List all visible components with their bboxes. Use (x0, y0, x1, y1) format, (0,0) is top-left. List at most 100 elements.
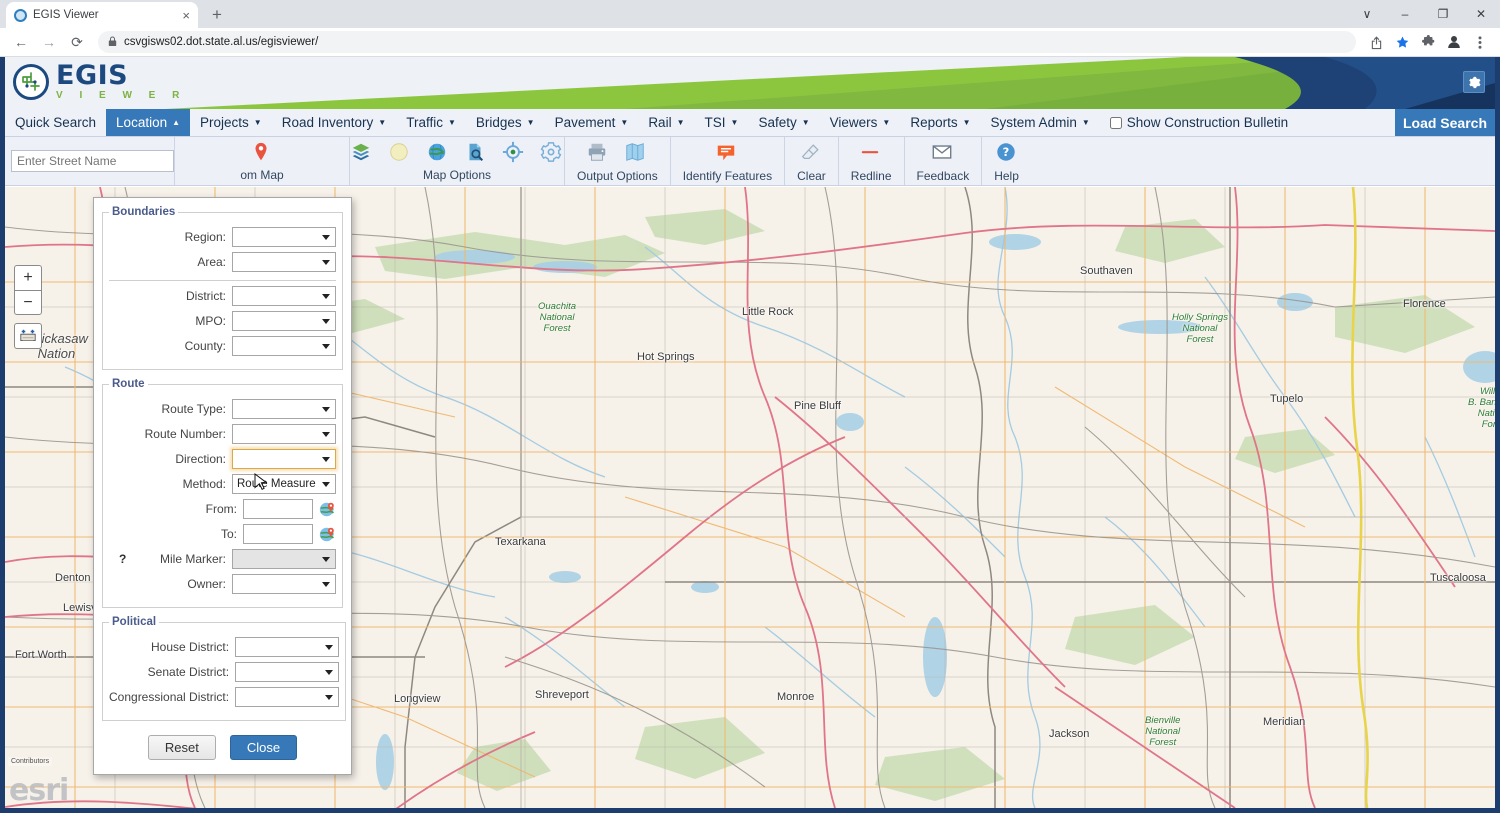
clear-button[interactable]: Clear (785, 137, 839, 185)
envelope-icon[interactable] (931, 141, 955, 165)
settings-gear-icon[interactable] (1463, 71, 1485, 93)
menu-traffic[interactable]: Traffic ▼ (396, 109, 466, 136)
help-question-icon[interactable]: ? (995, 141, 1019, 165)
chevron-down-icon: ▼ (882, 118, 891, 127)
field-owner: Owner: (109, 574, 336, 594)
menu-bridges[interactable]: Bridges ▼ (466, 109, 545, 136)
route-fieldset: Route Route Type: Route Number: Directio… (102, 378, 343, 608)
menu-tsi[interactable]: TSI ▼ (695, 109, 749, 136)
logo-subtitle: V I E W E R (56, 90, 187, 101)
globe-pin-icon[interactable] (319, 501, 336, 518)
zoom-in-button[interactable]: + (14, 265, 42, 290)
area-select[interactable] (232, 252, 336, 272)
search-input[interactable] (11, 150, 174, 172)
senate-district-select[interactable] (235, 662, 340, 682)
chevron-down-icon: ▼ (526, 118, 535, 127)
maximize-button[interactable]: ❐ (1424, 0, 1462, 28)
new-tab-button[interactable]: + (206, 5, 228, 25)
profile-icon[interactable] (1442, 30, 1466, 54)
zoom-map-group[interactable]: om Map (175, 137, 350, 185)
field-route-number: Route Number: (109, 424, 336, 444)
eraser-icon[interactable] (799, 141, 823, 165)
reload-icon[interactable]: ⟳ (64, 29, 90, 55)
mile-marker-help-icon[interactable]: ? (119, 552, 126, 566)
back-icon[interactable]: ← (8, 29, 34, 55)
basemap-icon[interactable] (388, 141, 412, 165)
menu-quick-search[interactable]: Quick Search (5, 109, 106, 136)
close-icon[interactable]: × (182, 8, 190, 23)
region-select[interactable] (232, 227, 336, 247)
field-senate-district: Senate District: (109, 662, 340, 682)
menu-viewers[interactable]: Viewers ▼ (820, 109, 901, 136)
map-options-group[interactable]: Map Options (350, 137, 565, 185)
output-options-button[interactable]: Output Options (565, 137, 671, 185)
show-construction-bulletin-checkbox[interactable]: Show Construction Bulletin (1100, 109, 1298, 136)
route-number-select[interactable] (232, 424, 336, 444)
menu-rail[interactable]: Rail ▼ (638, 109, 694, 136)
map-export-icon[interactable] (624, 141, 648, 165)
extensions-icon[interactable] (1416, 30, 1440, 54)
mile-marker-select (232, 549, 336, 569)
egis-logo[interactable]: EGIS V I E W E R (13, 62, 186, 101)
clear-label: Clear (797, 168, 826, 183)
url-text: csvgisws02.dot.state.al.us/egisviewer/ (124, 36, 319, 48)
redline-icon[interactable] (859, 141, 883, 165)
reset-button[interactable]: Reset (147, 735, 216, 760)
map-options-icons (350, 140, 564, 166)
house-district-select[interactable] (235, 637, 340, 657)
menu-projects[interactable]: Projects ▼ (190, 109, 272, 136)
direction-select[interactable] (232, 449, 336, 469)
search-document-icon[interactable] (464, 141, 488, 165)
map-pin-icon[interactable] (250, 141, 274, 165)
help-button[interactable]: ? Help (982, 137, 1031, 185)
menu-location[interactable]: Location ▲ (106, 109, 191, 136)
from-input[interactable] (243, 499, 313, 519)
more-menu-icon[interactable] (1468, 30, 1492, 54)
share-icon[interactable] (1364, 30, 1388, 54)
gear-icon[interactable] (540, 141, 564, 165)
identify-callout-icon[interactable] (715, 141, 739, 165)
owner-select[interactable] (232, 574, 336, 594)
construction-bulletin-input[interactable] (1109, 116, 1122, 129)
load-search-button[interactable]: Load Search (1394, 109, 1495, 136)
field-route-type: Route Type: (109, 399, 336, 419)
printer-icon[interactable] (586, 141, 610, 165)
menu-safety[interactable]: Safety ▼ (748, 109, 819, 136)
globe-icon[interactable] (426, 141, 450, 165)
menu-reports[interactable]: Reports ▼ (900, 109, 980, 136)
chevron-down-icon: ▼ (620, 118, 629, 127)
window-close-button[interactable]: ✕ (1462, 0, 1500, 28)
dialog-buttons: Reset Close (94, 725, 351, 774)
menu-system-admin[interactable]: System Admin ▼ (981, 109, 1100, 136)
congressional-district-select[interactable] (235, 687, 340, 707)
close-button[interactable]: Close (229, 735, 298, 760)
county-select[interactable] (232, 336, 336, 356)
menu-pavement[interactable]: Pavement ▼ (545, 109, 639, 136)
layers-icon[interactable] (350, 141, 374, 165)
redline-button[interactable]: Redline (839, 137, 905, 185)
bookmark-star-icon[interactable] (1390, 30, 1414, 54)
feedback-button[interactable]: Feedback (905, 137, 983, 185)
feedback-icons (931, 140, 955, 166)
map-zoom-controls: + − (14, 265, 42, 349)
target-icon[interactable] (502, 141, 526, 165)
forward-icon[interactable]: → (36, 29, 62, 55)
method-select[interactable]: Route Measure (232, 474, 336, 494)
address-bar[interactable]: csvgisws02.dot.state.al.us/egisviewer/ (98, 31, 1356, 53)
chevron-down-icon[interactable]: ∨ (1348, 0, 1386, 28)
browser-tab[interactable]: EGIS Viewer × (6, 2, 198, 28)
menu-label: Quick Search (15, 115, 97, 130)
menu-label: Viewers (829, 115, 878, 130)
political-legend: Political (112, 616, 157, 628)
globe-pin-icon[interactable] (319, 526, 336, 543)
district-select[interactable] (232, 286, 336, 306)
minimize-button[interactable]: – (1386, 0, 1424, 28)
menu-road-inventory[interactable]: Road Inventory ▼ (272, 109, 396, 136)
construction-bulletin-label: Show Construction Bulletin (1126, 115, 1289, 130)
to-input[interactable] (243, 524, 313, 544)
default-extent-icon[interactable] (14, 323, 42, 349)
mpo-select[interactable] (232, 311, 336, 331)
zoom-out-button[interactable]: − (14, 290, 42, 315)
identify-features-button[interactable]: Identify Features (671, 137, 786, 185)
route-type-select[interactable] (232, 399, 336, 419)
